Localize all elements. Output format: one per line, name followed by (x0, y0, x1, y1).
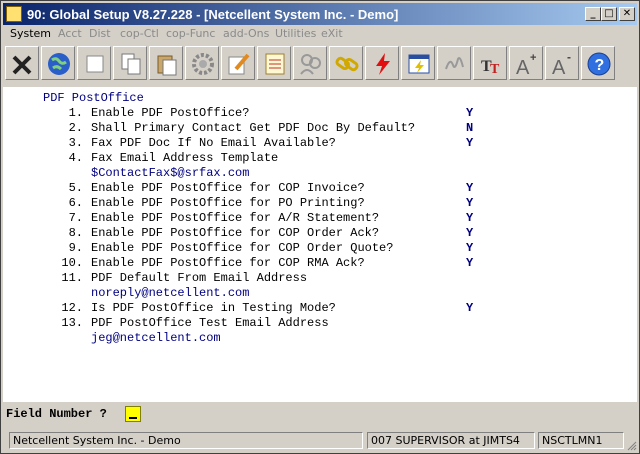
field-value: $ContactFax$@srfax.com (91, 166, 250, 180)
app-window: 90: Global Setup V8.27.228 - [Netcellent… (0, 0, 640, 454)
menu-add-ons[interactable]: add-Ons (223, 27, 269, 40)
font-grow-icon[interactable]: A + (509, 46, 543, 80)
field-value: noreply@netcellent.com (91, 286, 250, 300)
field-answer: Y (466, 136, 474, 150)
field-label: Enable PDF PostOffice for PO Printing? (91, 196, 365, 210)
field-number: 5. (68, 181, 83, 195)
lightning-icon[interactable] (365, 46, 399, 80)
field-answer: Y (466, 181, 474, 195)
field-answer: N (466, 121, 474, 135)
field-label: PDF PostOffice Test Email Address (91, 316, 329, 330)
field-number-prompt: Field Number ? (6, 407, 107, 421)
field-number: 11. (61, 271, 83, 285)
field-label: Enable PDF PostOffice for A/R Statement? (91, 211, 380, 225)
field-label: Enable PDF PostOffice for COP Invoice? (91, 181, 365, 195)
svg-text:?: ? (595, 57, 605, 74)
svg-text:T: T (490, 62, 500, 77)
menu-dist[interactable]: Dist (89, 27, 111, 40)
field-label: PDF Default From Email Address (91, 271, 308, 285)
field-number: 7. (68, 211, 83, 225)
field-answer: Y (466, 211, 474, 225)
field-answer: Y (466, 106, 474, 120)
field-label: Fax PDF Doc If No Email Available? (91, 136, 336, 150)
menu-utilities[interactable]: Utilities (275, 27, 316, 40)
section-title: PDF PostOffice (43, 91, 144, 105)
app-icon (6, 6, 22, 22)
help-icon[interactable]: ? (581, 46, 615, 80)
menu-acct[interactable]: Acct (58, 27, 82, 40)
field-label: Enable PDF PostOffice for COP RMA Ack? (91, 256, 365, 270)
menu-exit[interactable]: eXit (321, 27, 343, 40)
globe-icon[interactable] (41, 46, 75, 80)
field-value: jeg@netcellent.com (91, 331, 221, 345)
field-answer: Y (466, 241, 474, 255)
menu-cop-ctl[interactable]: cop-Ctl (120, 27, 159, 40)
svg-text:-: - (567, 51, 571, 64)
minimize-button[interactable]: _ (585, 7, 601, 21)
field-label: Shall Primary Contact Get PDF Doc By Def… (91, 121, 416, 135)
menu-cop-func[interactable]: cop-Func (166, 27, 215, 40)
close-button[interactable]: ✕ (619, 7, 635, 21)
font-shrink-icon[interactable]: A- (545, 46, 579, 80)
status-user: 007 SUPERVISOR at JIMTS4 (367, 432, 535, 449)
maximize-button[interactable]: □ (601, 7, 617, 21)
field-number: 3. (68, 136, 83, 150)
prompt-area: Field Number ? (3, 404, 637, 426)
copy-icon[interactable] (113, 46, 147, 80)
console-screen: PDF PostOffice 1. Enable PDF PostOffice?… (3, 87, 637, 402)
text-cursor (129, 417, 137, 419)
field-number: 9. (68, 241, 83, 255)
blank-window-icon[interactable] (77, 46, 111, 80)
field-number: 2. (68, 121, 83, 135)
users-icon[interactable] (293, 46, 327, 80)
status-company: Netcellent System Inc. - Demo (9, 432, 363, 449)
field-label: Enable PDF PostOffice for COP Order Ack? (91, 226, 380, 240)
edit-pencil-icon[interactable] (221, 46, 255, 80)
paste-icon[interactable] (149, 46, 183, 80)
toolbar: TT A + A- ? (3, 44, 637, 84)
resize-grip-icon[interactable] (625, 439, 637, 451)
field-number: 1. (68, 106, 83, 120)
field-label: Enable PDF PostOffice? (91, 106, 250, 120)
field-label: Enable PDF PostOffice for COP Order Quot… (91, 241, 394, 255)
field-answer: Y (466, 226, 474, 240)
field-number: 8. (68, 226, 83, 240)
field-number-input[interactable] (125, 406, 141, 422)
field-number: 4. (68, 151, 83, 165)
svg-text:+: + (530, 52, 536, 64)
status-bar: Netcellent System Inc. - Demo 007 SUPERV… (3, 430, 637, 451)
field-number: 12. (61, 301, 83, 315)
field-number: 13. (61, 316, 83, 330)
field-number: 6. (68, 196, 83, 210)
field-answer: Y (466, 196, 474, 210)
field-label: Fax Email Address Template (91, 151, 279, 165)
field-label: Is PDF PostOffice in Testing Mode? (91, 301, 336, 315)
notepad-icon[interactable] (257, 46, 291, 80)
menu-system[interactable]: System (10, 27, 51, 40)
menu-bar: System Acct Dist cop-Ctl cop-Func add-On… (3, 26, 637, 43)
window-lightning-icon[interactable] (401, 46, 435, 80)
close-x-icon[interactable] (5, 46, 39, 80)
link-icon[interactable] (329, 46, 363, 80)
field-answer: Y (466, 256, 474, 270)
svg-text:A: A (516, 57, 530, 77)
status-machine: NSCTLMN1 (538, 432, 624, 449)
font-tt-icon[interactable]: TT (473, 46, 507, 80)
title-bar: 90: Global Setup V8.27.228 - [Netcellent… (3, 3, 637, 25)
window-title: 90: Global Setup V8.27.228 - [Netcellent… (27, 7, 399, 22)
svg-text:A: A (552, 57, 566, 77)
settings-gear-icon[interactable] (185, 46, 219, 80)
signature-icon[interactable] (437, 46, 471, 80)
field-number: 10. (61, 256, 83, 270)
field-answer: Y (466, 301, 474, 315)
